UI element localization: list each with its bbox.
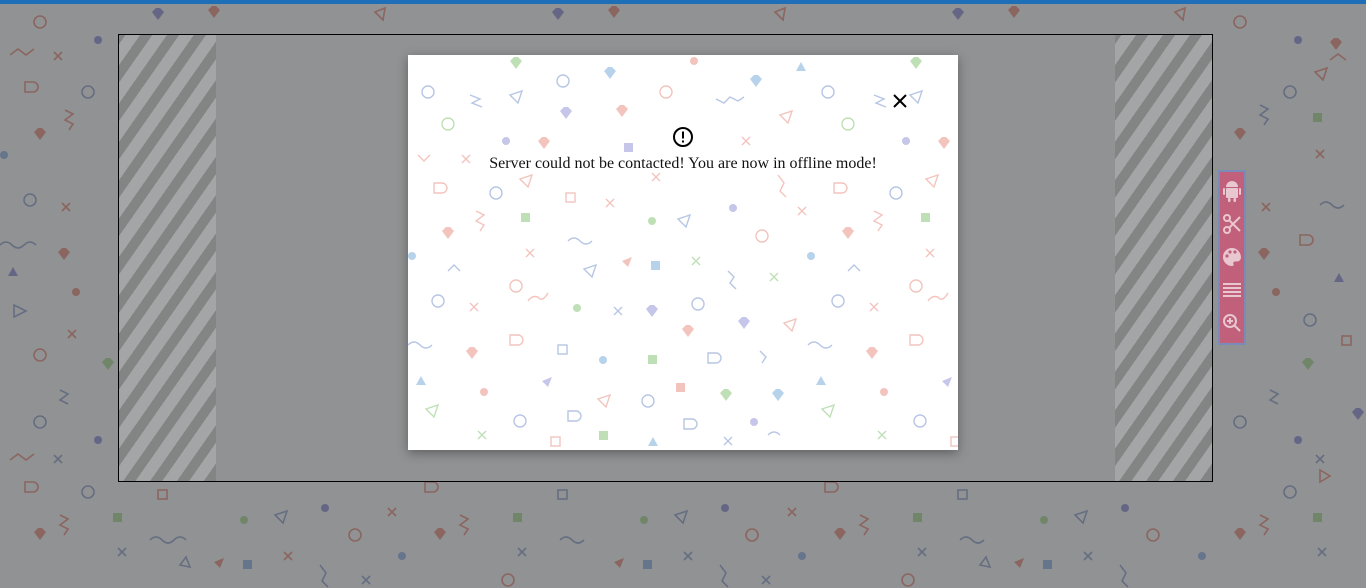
- offline-dialog: Server could not be contacted! You are n…: [408, 55, 958, 450]
- side-toolbar: [1218, 170, 1246, 345]
- left-striped-margin: [119, 35, 216, 481]
- android-icon[interactable]: [1221, 176, 1243, 206]
- right-striped-margin: [1115, 35, 1212, 481]
- close-icon: [893, 94, 907, 108]
- dialog-background-pattern: [408, 57, 958, 447]
- alert-circle-icon: [673, 127, 693, 147]
- top-accent-strip: [0, 0, 1366, 4]
- palette-icon[interactable]: [1221, 242, 1243, 272]
- zoom-in-icon[interactable]: [1221, 308, 1243, 338]
- scissors-icon[interactable]: [1221, 209, 1243, 239]
- close-button[interactable]: [888, 89, 912, 113]
- menu-lines-icon[interactable]: [1221, 275, 1243, 305]
- offline-message: Server could not be contacted! You are n…: [489, 155, 877, 172]
